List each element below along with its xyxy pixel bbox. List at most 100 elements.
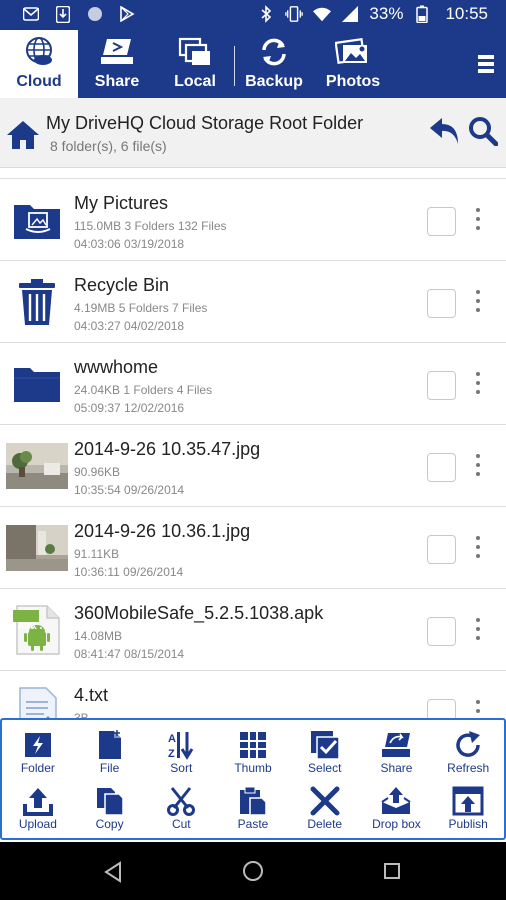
list-item[interactable]: 2014-9-26 10.35.47.jpg 90.96KB 10:35:54 …: [0, 425, 506, 507]
tab-local[interactable]: Local: [156, 30, 234, 98]
item-checkbox[interactable]: [427, 699, 456, 718]
action-toolbar: Folder File AZ Sort Thumb Select Share R…: [0, 718, 506, 840]
delete-button[interactable]: Delete: [289, 776, 361, 832]
share-icon: [380, 730, 412, 760]
home-icon[interactable]: [6, 120, 40, 150]
tab-label: Local: [174, 73, 216, 90]
list-item[interactable]: My Pictures 115.0MB 3 Folders 132 Files …: [0, 179, 506, 261]
refresh-button[interactable]: Refresh: [432, 720, 504, 776]
item-timestamp: 10:36:11 09/26/2014: [74, 565, 184, 579]
paste-icon: [237, 786, 269, 816]
item-checkbox[interactable]: [427, 207, 456, 236]
item-name: 2014-9-26 10.35.47.jpg: [74, 439, 261, 459]
apk-badge: APK: [18, 621, 38, 631]
tab-divider: [234, 46, 235, 86]
svg-text:Z: Z: [168, 748, 175, 760]
item-more-icon[interactable]: [472, 697, 484, 718]
item-timestamp: 05:09:37 12/02/2016: [74, 401, 185, 415]
item-checkbox[interactable]: [427, 617, 456, 646]
mail-icon: [22, 5, 40, 23]
thumbnail-grid-icon: [237, 730, 269, 760]
battery-percent: 33%: [369, 4, 404, 23]
text-file-icon: [6, 687, 68, 718]
sort-button[interactable]: AZ Sort: [145, 720, 217, 776]
toolbar-row: Folder File AZ Sort Thumb Select Share R…: [2, 720, 504, 776]
svg-text:A: A: [168, 733, 176, 745]
item-checkbox[interactable]: [427, 289, 456, 318]
item-more-icon[interactable]: [472, 369, 484, 401]
tab-photos[interactable]: Photos: [313, 30, 393, 98]
upload-button[interactable]: Upload: [2, 776, 74, 832]
trash-bin-icon: [6, 277, 68, 327]
tab-share[interactable]: Share: [78, 30, 156, 98]
apk-file-icon: APK: [6, 605, 68, 655]
thumbnail-view-button[interactable]: Thumb: [217, 720, 289, 776]
nav-home-icon[interactable]: [243, 861, 263, 881]
item-size-info: 4.19MB 5 Folders 7 Files: [74, 301, 208, 315]
item-timestamp: 04:03:06 03/19/2018: [74, 237, 185, 251]
tab-cloud[interactable]: Cloud: [0, 30, 78, 98]
drop-box-icon: [380, 786, 412, 816]
item-more-icon[interactable]: [472, 287, 484, 319]
list-item[interactable]: 2014-9-26 10.36.1.jpg 91.11KB 10:36:11 0…: [0, 507, 506, 589]
item-more-icon[interactable]: [472, 451, 484, 483]
select-icon: [309, 730, 341, 760]
circle-icon: [86, 5, 104, 23]
list-item[interactable]: APK 360MobileSafe_5.2.5.1038.apk 14.08MB…: [0, 589, 506, 671]
tab-backup[interactable]: Backup: [235, 30, 313, 98]
publish-button[interactable]: Publish: [432, 776, 504, 832]
cloud-globe-icon: [21, 36, 57, 68]
item-size-info: 115.0MB 3 Folders 132 Files: [74, 219, 227, 233]
new-file-icon: [94, 730, 126, 760]
item-checkbox[interactable]: [427, 371, 456, 400]
toolbar-row: Upload Copy Cut Paste Delete Drop box Pu…: [2, 776, 504, 832]
item-name: wwwhome: [74, 357, 159, 377]
share-button[interactable]: Share: [361, 720, 433, 776]
signal-icon: [341, 5, 359, 23]
publish-icon: [452, 786, 484, 816]
bluetooth-icon: [257, 5, 275, 23]
backup-icon: [256, 36, 292, 68]
page-title: My DriveHQ Cloud Storage Root Folder: [46, 113, 364, 133]
item-checkbox[interactable]: [427, 535, 456, 564]
back-arrow-icon[interactable]: [428, 116, 460, 146]
folder-summary: 8 folder(s), 6 file(s): [50, 138, 167, 154]
item-more-icon[interactable]: [472, 615, 484, 647]
local-files-icon: [177, 36, 213, 68]
tab-label: Photos: [325, 73, 381, 90]
folder-icon: [6, 359, 68, 409]
cut-button[interactable]: Cut: [145, 776, 217, 832]
copy-button[interactable]: Copy: [74, 776, 146, 832]
new-file-button[interactable]: File: [74, 720, 146, 776]
select-button[interactable]: Select: [289, 720, 361, 776]
new-folder-button[interactable]: Folder: [2, 720, 74, 776]
clock: 10:55: [445, 4, 488, 23]
drop-box-button[interactable]: Drop box: [361, 776, 433, 832]
overflow-menu-button[interactable]: [476, 52, 496, 78]
nav-recents-icon[interactable]: [384, 863, 400, 879]
wifi-icon: [313, 5, 332, 23]
tab-label: Share: [94, 73, 140, 90]
item-name: 360MobileSafe_5.2.5.1038.apk: [74, 603, 324, 623]
item-timestamp: 04:03:27 04/02/2018: [74, 319, 185, 333]
share-icon: [99, 36, 135, 68]
list-item[interactable]: 4.txt 3B: [0, 671, 506, 718]
photo-thumbnail: [6, 523, 68, 573]
item-checkbox[interactable]: [427, 453, 456, 482]
item-name: Recycle Bin: [74, 275, 170, 295]
nav-back-icon[interactable]: [103, 861, 123, 883]
item-more-icon[interactable]: [472, 205, 484, 237]
copy-icon: [94, 786, 126, 816]
list-item[interactable]: Recycle Bin 4.19MB 5 Folders 7 Files 04:…: [0, 261, 506, 343]
item-more-icon[interactable]: [472, 533, 484, 565]
system-nav-bar: [0, 842, 506, 900]
item-timestamp: 10:35:54 09/26/2014: [74, 483, 185, 497]
delete-x-icon: [309, 786, 341, 816]
search-icon[interactable]: [468, 116, 499, 147]
tab-label: Cloud: [16, 73, 62, 90]
refresh-icon: [452, 730, 484, 760]
picture-folder-icon: [6, 195, 68, 245]
paste-button[interactable]: Paste: [217, 776, 289, 832]
item-size-info: 91.11KB: [74, 547, 120, 561]
list-item[interactable]: wwwhome 24.04KB 1 Folders 4 Files 05:09:…: [0, 343, 506, 425]
